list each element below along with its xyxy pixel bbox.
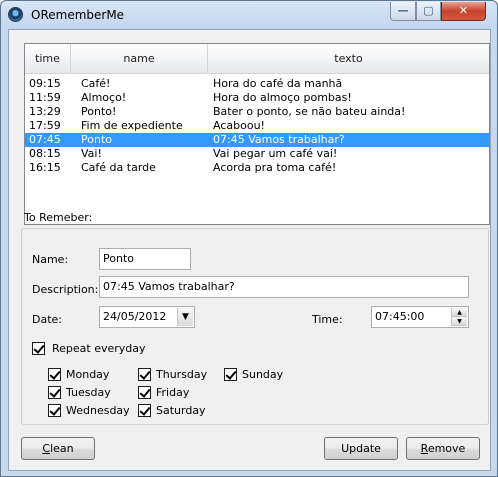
sunday-label: Sunday [242, 368, 284, 381]
cell-texto: Hora do café da manhã [213, 77, 343, 90]
cell-time: 09:15 [29, 77, 61, 90]
tuesday-label: Tuesday [66, 386, 111, 399]
cell-texto: Vai pegar um café vai! [213, 147, 338, 160]
name-field[interactable]: Ponto [99, 248, 191, 270]
sunday-checkbox[interactable] [224, 368, 237, 381]
maximize-icon: ▢ [423, 4, 434, 17]
tuesday-checkbox[interactable] [48, 386, 61, 399]
time-label: Time: [312, 313, 343, 326]
app-window: ORememberMe — ▢ ✕ time name texto 09:15 C… [0, 0, 498, 477]
cell-texto: 07:45 Vamos trabalhar? [213, 133, 345, 146]
minimize-button[interactable]: — [390, 2, 416, 21]
cell-name: Café! [81, 77, 111, 90]
column-header-name[interactable]: name [71, 44, 208, 74]
friday-checkbox[interactable] [138, 386, 151, 399]
table-row[interactable]: 09:15 Café! Hora do café da manhã [25, 77, 489, 91]
cell-name: Almoço! [81, 91, 127, 104]
chevron-down-icon[interactable]: ▼ [177, 308, 193, 326]
thursday-checkbox[interactable] [138, 368, 151, 381]
cell-time: 17:59 [29, 119, 61, 132]
column-header-texto[interactable]: texto [208, 44, 489, 74]
clean-button[interactable]: Clean [21, 437, 95, 460]
maximize-button[interactable]: ▢ [416, 2, 441, 21]
table-row[interactable]: 08:15 Vai! Vai pegar um café vai! [25, 147, 489, 161]
date-picker[interactable]: 24/05/2012 ▼ [99, 306, 195, 328]
repeat-everyday-label: Repeat everyday [52, 342, 146, 355]
monday-label: Monday [66, 368, 110, 381]
description-field[interactable]: 07:45 Vamos trabalhar? [99, 276, 469, 298]
cell-texto: Bater o ponto, se não bateu ainda! [213, 105, 406, 118]
date-value: 24/05/2012 [103, 310, 167, 323]
remove-label: emove [427, 442, 466, 455]
close-button[interactable]: ✕ [441, 2, 486, 21]
repeat-everyday-checkbox[interactable] [32, 342, 45, 355]
table-row[interactable]: 17:59 Fim de expediente Acaboou! [25, 119, 489, 133]
window-title: ORememberMe [31, 8, 125, 22]
cell-time: 16:15 [29, 161, 61, 174]
cell-name: Fim de expediente [81, 119, 183, 132]
table-row[interactable]: 07:45 Ponto 07:45 Vamos trabalhar? [25, 133, 489, 147]
cell-time: 07:45 [29, 133, 61, 146]
time-spinner[interactable]: ▲ ▼ [451, 308, 467, 326]
saturday-label: Saturday [156, 404, 206, 417]
saturday-checkbox[interactable] [138, 404, 151, 417]
table-row[interactable]: 11:59 Almoço! Hora do almoço pombas! [25, 91, 489, 105]
cell-texto: Acaboou! [213, 119, 265, 132]
cell-time: 11:59 [29, 91, 61, 104]
wednesday-checkbox[interactable] [48, 404, 61, 417]
cell-texto: Hora do almoço pombas! [213, 91, 352, 104]
time-picker[interactable]: 07:45:00 ▲ ▼ [371, 306, 469, 328]
remove-button[interactable]: Remove [406, 437, 480, 460]
reminders-list[interactable]: time name texto 09:15 Café! Hora do café d… [24, 43, 490, 225]
table-row[interactable]: 16:15 Café da tarde Acorda pra toma café! [25, 161, 489, 175]
list-header: time name texto [25, 44, 489, 74]
cell-name: Vai! [81, 147, 102, 160]
date-label: Date: [32, 313, 62, 326]
time-value: 07:45:00 [375, 310, 425, 323]
monday-checkbox[interactable] [48, 368, 61, 381]
spin-up-icon[interactable]: ▲ [452, 308, 467, 317]
wednesday-label: Wednesday [66, 404, 130, 417]
cell-name: Ponto! [81, 105, 117, 118]
description-label: Description: [32, 283, 99, 296]
table-row[interactable]: 13:29 Ponto! Bater o ponto, se não bateu a… [25, 105, 489, 119]
name-label: Name: [32, 253, 69, 266]
cell-time: 13:29 [29, 105, 61, 118]
spin-down-icon[interactable]: ▼ [452, 317, 467, 326]
cell-time: 08:15 [29, 147, 61, 160]
cell-name: Café da tarde [81, 161, 156, 174]
friday-label: Friday [156, 386, 190, 399]
clean-accelerator: C [42, 442, 51, 455]
client-area: time name texto 09:15 Café! Hora do café d… [8, 29, 491, 471]
cell-texto: Acorda pra toma café! [213, 161, 337, 174]
minimize-icon: — [397, 4, 409, 17]
update-button[interactable]: Update [324, 437, 398, 460]
title-bar[interactable]: ORememberMe — ▢ ✕ [1, 1, 497, 29]
column-header-time[interactable]: time [25, 44, 71, 74]
section-label: To Remeber: [24, 211, 93, 224]
app-icon [8, 7, 23, 22]
remove-accelerator: R [420, 442, 428, 455]
close-icon: ✕ [458, 4, 469, 17]
cell-name: Ponto [81, 133, 112, 146]
thursday-label: Thursday [156, 368, 208, 381]
clean-label: lean [50, 442, 74, 455]
